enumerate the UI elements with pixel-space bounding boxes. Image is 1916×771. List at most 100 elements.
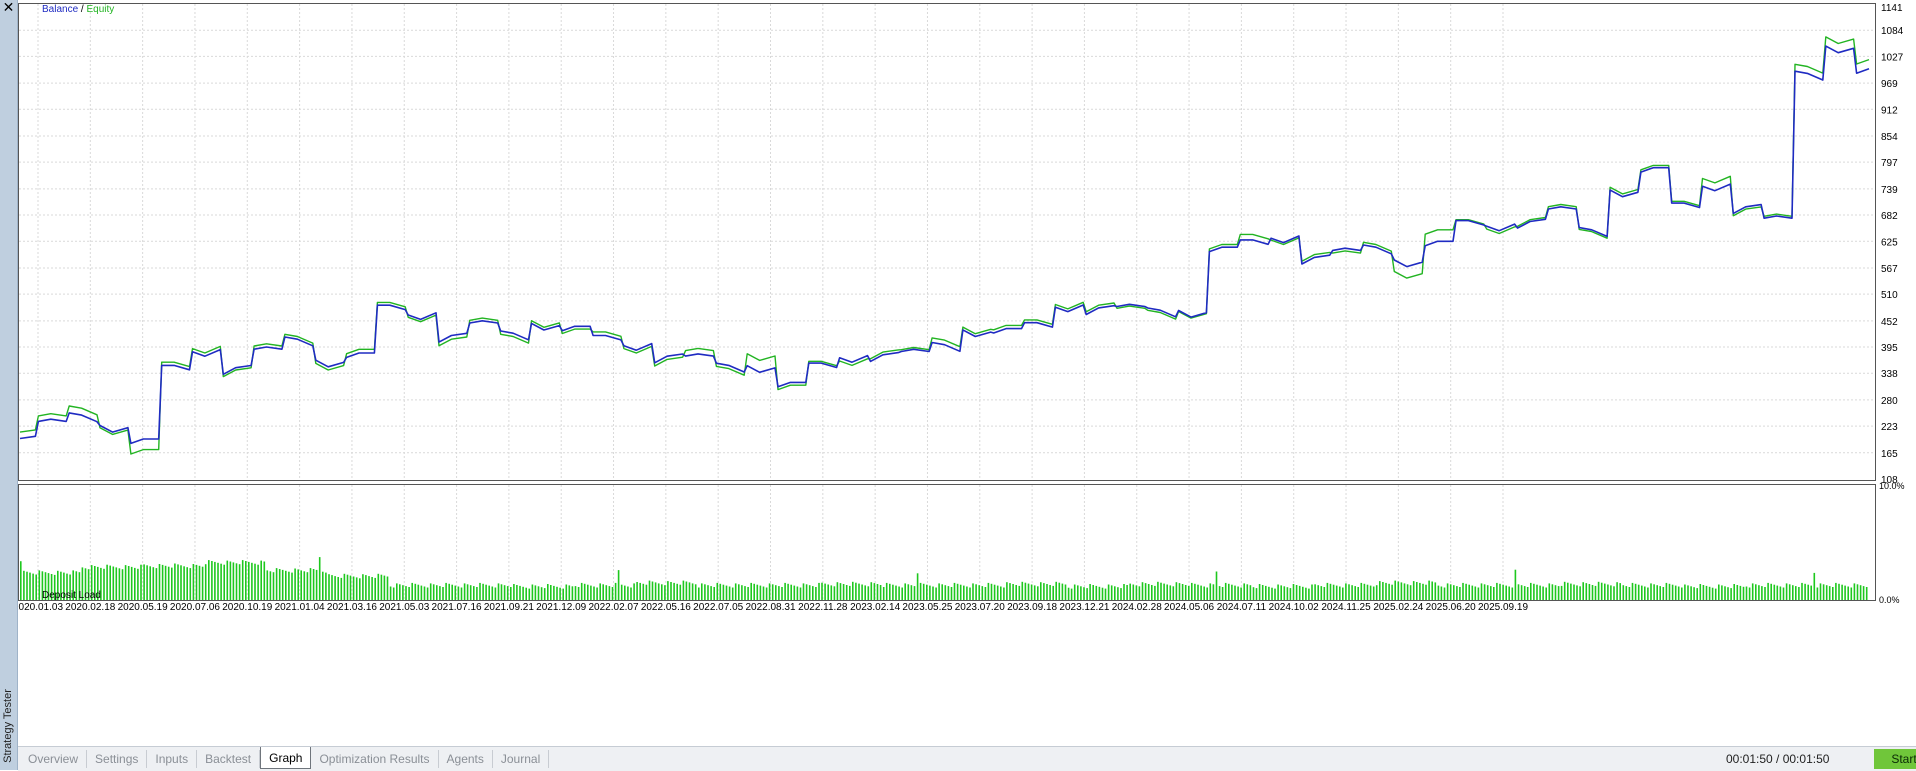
deposit-bar <box>1594 585 1597 600</box>
deposit-bar <box>340 577 343 600</box>
deposit-bar <box>565 584 568 600</box>
deposit-bar <box>562 588 564 600</box>
deposit-bar <box>1462 582 1464 600</box>
deposit-bar <box>753 583 755 600</box>
deposit-bar <box>793 585 796 600</box>
x-tick-label: 2020.05.19 <box>118 602 168 613</box>
deposit-bar <box>938 583 940 600</box>
deposit-bar <box>1662 587 1665 600</box>
deposit-bar <box>174 563 176 600</box>
deposit-bar <box>1674 585 1677 600</box>
deposit-bar <box>1237 586 1239 600</box>
deposit-bar <box>553 585 555 600</box>
x-tick-label: 2025.09.19 <box>1478 602 1528 613</box>
deposit-bar <box>1018 585 1021 600</box>
deposit-bar <box>1773 584 1776 600</box>
deposit-bar <box>765 587 768 600</box>
deposit-bar <box>1828 586 1831 600</box>
tab-settings[interactable]: Settings <box>87 750 148 768</box>
tab-optimization-results[interactable]: Optimization Results <box>311 750 439 768</box>
deposit-bar <box>1613 586 1615 600</box>
deposit-bar <box>1582 582 1584 600</box>
deposit-bar <box>1218 586 1221 600</box>
deposit-bar <box>1412 581 1415 600</box>
deposit-bar <box>1163 583 1165 600</box>
deposit-bar <box>1724 586 1726 600</box>
start-button[interactable]: Start <box>1874 749 1916 769</box>
deposit-bar <box>439 586 441 600</box>
deposit-bar <box>876 584 879 600</box>
deposit-bar <box>1006 582 1008 600</box>
deposit-bar <box>1804 583 1806 600</box>
tab-agents[interactable]: Agents <box>439 750 493 768</box>
deposit-chart-frame <box>18 484 1876 601</box>
deposit-bar <box>1400 582 1403 600</box>
deposit-bar <box>1471 585 1474 600</box>
deposit-bar <box>322 571 324 600</box>
deposit-bar <box>1033 585 1036 600</box>
deposit-bar <box>698 587 700 600</box>
deposit-y-min-label: 0.0% <box>1879 595 1900 605</box>
deposit-bar <box>297 569 299 600</box>
legend-balance: Balance <box>42 4 79 15</box>
y-tick-label: 1141 <box>1881 3 1903 14</box>
deposit-bar <box>380 574 383 600</box>
tab-journal[interactable]: Journal <box>493 750 550 768</box>
deposit-bar <box>907 584 910 600</box>
deposit-bar <box>550 585 552 600</box>
deposit-bar <box>978 585 980 600</box>
deposit-bar <box>947 586 950 600</box>
deposit-bar <box>1098 586 1101 600</box>
deposit-bar <box>1403 583 1406 600</box>
tab-graph[interactable]: Graph <box>260 747 312 769</box>
deposit-bar <box>204 564 207 600</box>
deposit-bar <box>306 572 309 600</box>
deposit-bar <box>1838 583 1840 600</box>
deposit-bar <box>1474 586 1477 600</box>
deposit-bar <box>217 562 219 600</box>
deposit-bar <box>288 571 290 600</box>
deposit-bar <box>1092 585 1094 600</box>
deposit-bar <box>1641 585 1643 600</box>
deposit-bar <box>716 582 719 600</box>
deposit-bar <box>1779 586 1782 600</box>
deposit-bar <box>1770 583 1772 600</box>
deposit-bar <box>771 584 774 600</box>
deposit-bar <box>1064 584 1067 600</box>
deposit-bar <box>1767 582 1769 600</box>
deposit-bar <box>1699 584 1702 600</box>
tab-inputs[interactable]: Inputs <box>147 750 198 768</box>
deposit-bar <box>1372 586 1375 600</box>
deposit-bar <box>146 565 148 600</box>
tab-backtest[interactable]: Backtest <box>197 750 261 768</box>
deposit-bar <box>130 566 133 600</box>
deposit-bar <box>386 576 389 600</box>
deposit-bar <box>1394 580 1396 600</box>
deposit-bar <box>710 586 712 600</box>
deposit-bar <box>201 566 204 600</box>
tab-overview[interactable]: Overview <box>20 750 88 768</box>
deposit-bar <box>362 574 364 600</box>
close-icon[interactable]: ✕ <box>0 0 17 16</box>
elapsed-timer: 00:01:50 / 00:01:50 <box>1726 752 1830 766</box>
deposit-bar <box>839 583 842 600</box>
deposit-bar <box>1841 584 1843 600</box>
deposit-bar <box>799 587 802 600</box>
deposit-bar <box>870 582 873 600</box>
deposit-bar <box>1853 583 1856 600</box>
deposit-bar <box>1129 583 1131 600</box>
deposit-bar <box>1037 586 1039 600</box>
deposit-bar <box>599 583 601 600</box>
deposit-bar <box>756 584 759 600</box>
deposit-bar <box>1280 585 1282 600</box>
deposit-bar <box>1009 583 1011 600</box>
y-tick-label: 625 <box>1881 237 1898 248</box>
deposit-bar <box>741 585 743 600</box>
deposit-bar <box>1305 587 1307 600</box>
deposit-bar <box>984 587 987 600</box>
deposit-bar <box>1326 582 1329 600</box>
deposit-bar <box>922 583 925 600</box>
deposit-bar <box>873 583 876 600</box>
deposit-bar <box>482 583 484 600</box>
deposit-bar <box>1323 587 1326 600</box>
